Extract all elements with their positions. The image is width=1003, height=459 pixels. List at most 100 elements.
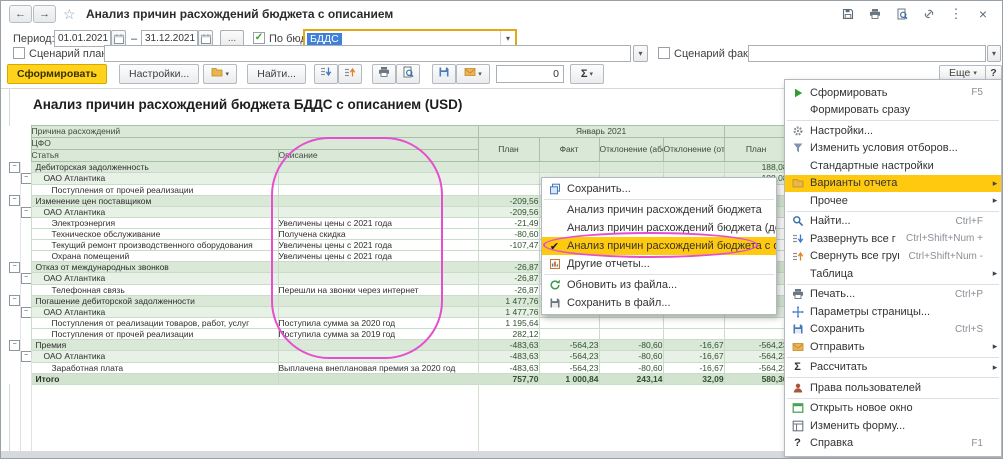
collapse-toggle-icon[interactable]: − — [9, 162, 20, 173]
menu-item[interactable]: Параметры страницы... — [785, 303, 1001, 321]
menu-item[interactable]: Отправить▸ — [785, 338, 1001, 356]
collapse-toggle-icon[interactable]: − — [21, 207, 32, 218]
menu-item[interactable]: Анализ причин расхождений бюджета — [542, 201, 776, 219]
save-file-icon — [542, 297, 567, 309]
report-variants-dropdown[interactable]: ▾ — [203, 64, 237, 84]
menu-item[interactable]: Прочее▸ — [785, 192, 1001, 210]
menu-item[interactable]: Настройки... — [785, 122, 1001, 140]
collapse-groups-icon — [344, 65, 356, 83]
scenario-plan-combobox[interactable] — [104, 45, 631, 62]
counter-field[interactable]: 0 — [496, 65, 564, 83]
menu-item-label: Параметры страницы... — [810, 306, 973, 318]
link-icon[interactable] — [922, 7, 936, 21]
row-label: Погашение дебиторской задолженности — [31, 295, 278, 306]
scenario-plan-checkbox[interactable] — [13, 47, 25, 59]
collapse-toggle-icon[interactable]: − — [9, 262, 20, 273]
menu-separator — [544, 199, 774, 200]
chevron-down-icon[interactable]: ▾ — [500, 31, 515, 46]
rights-icon — [785, 382, 810, 394]
scenario-fact-checkbox[interactable] — [658, 47, 670, 59]
menu-item[interactable]: Обновить из файла... — [542, 276, 776, 294]
row-description — [278, 206, 478, 217]
check-icon: ✔ — [542, 240, 567, 253]
by-budget-checkbox[interactable]: ✓ — [253, 32, 265, 44]
preview-button[interactable] — [396, 64, 420, 84]
mail-icon — [464, 65, 476, 83]
menu-separator — [787, 120, 999, 121]
expand-groups-button[interactable] — [314, 64, 338, 84]
menu-item[interactable]: Развернуть все группыCtrl+Shift+Num + — [785, 230, 1001, 248]
header-plan2: План — [724, 138, 788, 162]
menu-item[interactable]: Анализ причин расхождений бюджета (детал… — [542, 219, 776, 237]
menu-item[interactable]: Сохранить в файл... — [542, 294, 776, 312]
cell-deviation-abs: 243,14 — [599, 373, 663, 384]
menu-item[interactable]: Изменить условия отборов... — [785, 140, 1001, 158]
close-icon[interactable]: × — [976, 7, 990, 21]
menu-item[interactable]: Изменить форму... — [785, 417, 1001, 435]
scenario-fact-combobox[interactable] — [748, 45, 986, 62]
menu-item[interactable]: Права пользователей — [785, 379, 1001, 397]
collapse-toggle-icon[interactable]: − — [21, 307, 32, 318]
sum-dropdown[interactable]: Σ▾ — [570, 64, 604, 84]
kebab-icon[interactable]: ⋮ — [949, 7, 963, 21]
send-icon — [785, 341, 810, 353]
menu-item[interactable]: ✔Анализ причин расхождений бюджета с опи… — [542, 237, 776, 255]
row-label: Премия — [31, 340, 278, 351]
preview-icon[interactable] — [895, 7, 909, 21]
cell-plan-next: -564,23 — [724, 340, 788, 351]
find-button[interactable]: Найти... — [247, 64, 306, 84]
menu-item[interactable]: Варианты отчета▸ — [785, 175, 1001, 193]
expand-icon — [785, 233, 810, 245]
report-variants-icon — [211, 65, 223, 83]
collapse-toggle-icon[interactable]: − — [9, 295, 20, 306]
chevron-down-icon[interactable]: ▾ — [633, 45, 648, 62]
menu-item[interactable]: ?СправкаF1 — [785, 435, 1001, 453]
menu-item-label: Сохранить — [810, 323, 945, 335]
menu-item-label: Анализ причин расхождений бюджета — [567, 204, 776, 216]
menu-item-label: Анализ причин расхождений бюджета (детал… — [567, 222, 776, 234]
favorite-star-icon[interactable]: ☆ — [63, 6, 76, 23]
save-icon[interactable] — [841, 7, 855, 21]
collapse-toggle-icon[interactable]: − — [21, 351, 32, 362]
generate-button[interactable]: Сформировать — [7, 64, 107, 84]
menu-item[interactable]: СохранитьCtrl+S — [785, 321, 1001, 339]
grid-line — [31, 358, 32, 452]
menu-item[interactable]: Стандартные настройки — [785, 157, 1001, 175]
menu-item[interactable]: Открыть новое окно — [785, 400, 1001, 418]
menu-item[interactable]: ΣРассчитать▸ — [785, 359, 1001, 377]
header-cfo: ЦФО — [31, 138, 478, 150]
row-description — [278, 373, 478, 384]
menu-item[interactable]: Печать...Ctrl+P — [785, 286, 1001, 304]
menu-item[interactable]: Формировать сразу — [785, 102, 1001, 120]
menu-item[interactable]: Таблица▸ — [785, 265, 1001, 283]
cell-plan: -483,63 — [478, 351, 539, 362]
preview-icon — [402, 65, 414, 83]
menu-item-label: Изменить форму... — [810, 420, 973, 432]
menu-item[interactable]: Другие отчеты... — [542, 255, 776, 273]
collapse-groups-button[interactable] — [338, 64, 362, 84]
print-button[interactable] — [372, 64, 396, 84]
settings-button[interactable]: Настройки... — [119, 64, 199, 84]
menu-item-label: Отправить — [810, 341, 973, 353]
collapse-toggle-icon[interactable]: − — [9, 195, 20, 206]
cell-plan: -483,63 — [478, 340, 539, 351]
menu-item[interactable]: СформироватьF5 — [785, 84, 1001, 102]
menu-item[interactable]: Найти...Ctrl+F — [785, 213, 1001, 231]
chevron-down-icon[interactable]: ▾ — [987, 45, 1001, 62]
collapse-toggle-icon[interactable]: − — [9, 340, 20, 351]
back-icon[interactable]: ← — [9, 5, 32, 23]
cell-plan: 1 477,76 — [478, 306, 539, 317]
forward-icon[interactable]: → — [33, 5, 56, 23]
menu-item[interactable]: Свернуть все группыCtrl+Shift+Num - — [785, 248, 1001, 266]
row-label: Поступления от реализации товаров, работ… — [31, 318, 278, 329]
cell-plan-next: 580,36 — [724, 373, 788, 384]
header-dev-rel: Отклонение (отн. %) — [663, 138, 724, 162]
send-dropdown[interactable]: ▾ — [456, 64, 490, 84]
menu-item[interactable]: Сохранить... — [542, 180, 776, 198]
save-button[interactable] — [432, 64, 456, 84]
collapse-toggle-icon[interactable]: − — [21, 173, 32, 184]
cell-plan-next: -564,23 — [724, 362, 788, 373]
collapse-toggle-icon[interactable]: − — [21, 273, 32, 284]
cell-deviation-abs: -80,60 — [599, 362, 663, 373]
print-icon[interactable] — [868, 7, 882, 21]
